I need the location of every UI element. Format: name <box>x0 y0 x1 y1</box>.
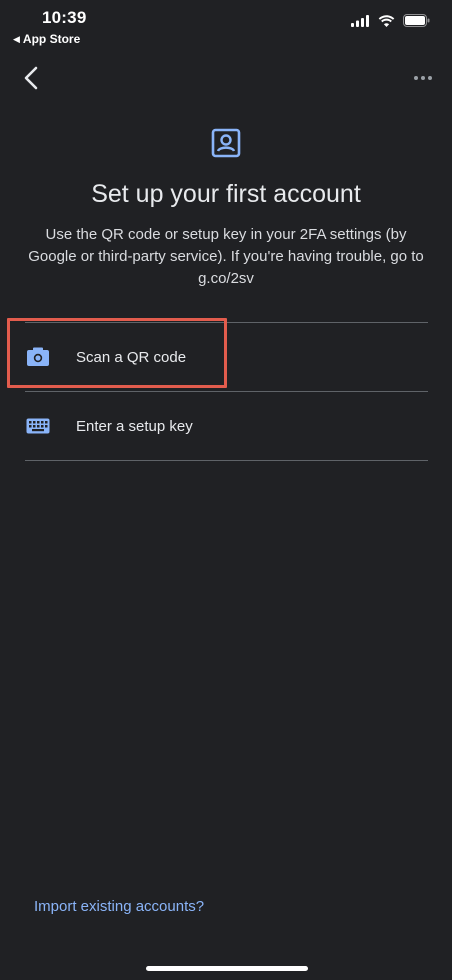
scan-qr-code-label: Scan a QR code <box>76 348 187 366</box>
back-to-app-store[interactable]: ◀ App Store <box>13 32 80 46</box>
chevron-left-icon <box>24 66 38 90</box>
more-horizontal-icon <box>414 76 432 80</box>
home-indicator <box>146 966 308 971</box>
setup-description: Use the QR code or setup key in your 2FA… <box>28 226 424 287</box>
keyboard-icon <box>25 415 51 437</box>
more-options-button[interactable] <box>412 70 434 86</box>
back-button[interactable] <box>18 64 46 92</box>
page-title: Set up your first account <box>91 180 361 208</box>
camera-icon <box>25 346 51 368</box>
enter-setup-key-label: Enter a setup key <box>76 417 193 435</box>
import-existing-accounts-link[interactable]: Import existing accounts? <box>34 898 204 915</box>
back-triangle-icon: ◀ <box>13 33 20 44</box>
status-time: 10:39 <box>42 8 87 27</box>
cellular-signal-icon <box>351 14 369 27</box>
wifi-icon <box>378 14 395 27</box>
enter-setup-key-option[interactable]: Enter a setup key <box>25 392 428 460</box>
battery-icon <box>403 14 430 27</box>
scan-qr-code-option[interactable]: Scan a QR code <box>25 323 428 391</box>
divider-bottom <box>25 460 428 461</box>
back-app-label: App Store <box>22 32 81 46</box>
account-box-icon <box>211 128 241 158</box>
status-icons <box>351 14 430 27</box>
